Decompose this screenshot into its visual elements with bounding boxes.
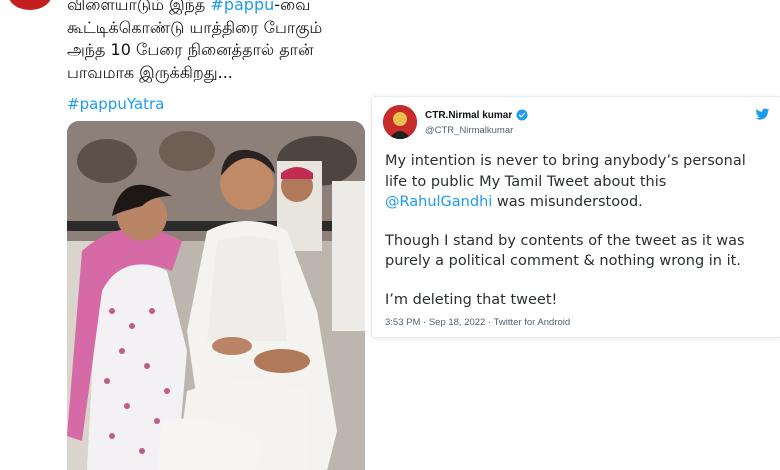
tweet-text-line: கூட்டிக்கொண்டு யாத்திரை போகும்	[67, 17, 323, 37]
avatar[interactable]	[383, 105, 417, 139]
tweet-text: விளையாடும் இந்த #pappu-வை கூட்டிக்கொண்டு…	[67, 0, 367, 84]
author-handle[interactable]: @CTR_Nirmalkumar	[425, 125, 513, 136]
hashtag-link[interactable]: #pappu	[210, 0, 274, 14]
embedded-tweet-card[interactable]: CTR.Nirmal kumar @CTR_Nirmalkumar My int…	[371, 96, 780, 338]
tweet-paragraph: I’m deleting that tweet!	[385, 291, 558, 308]
photo-illustration	[67, 121, 365, 470]
tweet-timestamp[interactable]: 3:53 PM · Sep 18, 2022 · Twitter for And…	[385, 317, 570, 328]
tweet-paragraph: My intention is never to bring anybody’s…	[385, 153, 746, 210]
tweet-text-line: அந்த 10 பேரை நினைத்தால் தான்	[67, 40, 314, 59]
tweet-text-line: விளையாடும் இந்த #pappu-வை	[67, 0, 367, 17]
author-name[interactable]: CTR.Nirmal kumar	[425, 110, 512, 121]
tweet-text-line: பாவமாக இருக்கிறது...	[67, 62, 233, 82]
tweet-photo[interactable]	[67, 121, 365, 470]
verified-badge-icon	[516, 109, 528, 121]
quoted-tweet: விளையாடும் இந்த #pappu-வை கூட்டிக்கொண்டு…	[0, 0, 380, 470]
tweet-body: My intention is never to bring anybody’s…	[385, 151, 770, 328]
twitter-bird-icon[interactable]	[755, 108, 770, 121]
tweet-paragraph: Though I stand by contents of the tweet …	[385, 232, 745, 270]
hashtag-link[interactable]: #pappuYatra	[67, 95, 164, 113]
mention-link[interactable]: @RahulGandhi	[385, 194, 492, 210]
avatar[interactable]	[8, 0, 52, 10]
